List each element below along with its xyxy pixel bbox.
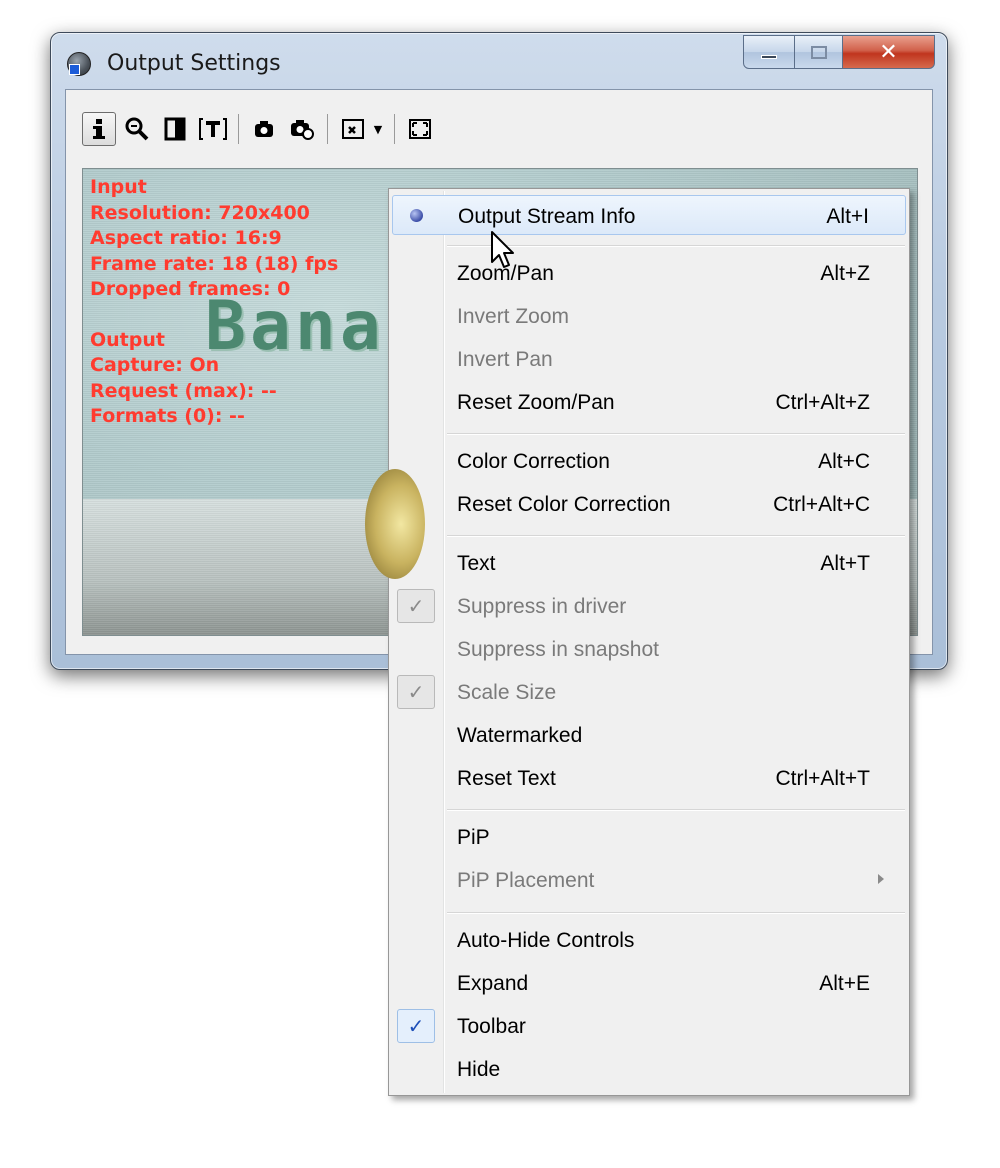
toolbar-separator [327, 114, 328, 144]
camera-icon [255, 121, 273, 137]
overlay-capture: Capture: On [90, 354, 220, 376]
menu-item-shortcut: Alt+I [826, 205, 869, 228]
menu-item-reset-zoom-pan[interactable]: Reset Zoom/Pan Ctrl+Alt+Z [392, 382, 906, 422]
menu-item-shortcut: Alt+T [820, 552, 870, 575]
menu-item-invert-zoom[interactable]: Invert Zoom [392, 296, 906, 336]
menu-item-label: Reset Text [457, 767, 556, 790]
menu-item-label: Expand [457, 972, 529, 995]
minimize-button[interactable] [743, 35, 795, 69]
menu-item-text[interactable]: Text Alt+T [392, 543, 906, 583]
menu-item-expand[interactable]: Expand Alt+E [392, 963, 906, 1003]
expand-icon [409, 119, 431, 139]
pip-button[interactable] [336, 112, 370, 146]
menu-item-label: Invert Pan [457, 348, 553, 371]
menu-item-label: PiP Placement [457, 869, 595, 892]
minimize-icon [761, 55, 777, 59]
menu-item-label: Auto-Hide Controls [457, 929, 635, 952]
checkmark-icon: ✓ [397, 589, 435, 623]
menu-item-shortcut: Ctrl+Alt+Z [775, 391, 870, 414]
menu-item-label: Suppress in snapshot [457, 638, 659, 661]
menu-item-label: Text [457, 552, 496, 575]
menu-item-suppress-in-snapshot[interactable]: Suppress in snapshot [392, 629, 906, 669]
menu-item-label: Invert Zoom [457, 305, 570, 328]
app-icon[interactable] [67, 52, 91, 76]
menu-item-shortcut: Ctrl+Alt+C [773, 493, 870, 516]
menu-item-color-correction[interactable]: Color Correction Alt+C [392, 441, 906, 481]
maximize-button[interactable] [795, 35, 843, 69]
color-correction-button[interactable] [158, 112, 192, 146]
menu-item-reset-color-correction[interactable]: Reset Color Correction Ctrl+Alt+C [392, 484, 906, 524]
menu-item-invert-pan[interactable]: Invert Pan [392, 339, 906, 379]
close-button[interactable]: ✕ [843, 35, 935, 69]
menu-item-pip[interactable]: PiP [392, 817, 906, 857]
menu-separator [447, 433, 905, 434]
close-icon: ✕ [879, 39, 898, 65]
info-button[interactable] [82, 112, 116, 146]
radio-bullet-icon [410, 209, 423, 222]
color-correction-icon [164, 117, 186, 141]
menu-item-label: Watermarked [457, 724, 583, 747]
menu-item-zoom-pan[interactable]: Zoom/Pan Alt+Z [392, 253, 906, 293]
overlay-dropped-frames: Dropped frames: 0 [90, 278, 291, 300]
overlay-output-header: Output [90, 328, 165, 351]
checkmark-icon: ✓ [397, 1009, 435, 1043]
overlay-frame-rate: Frame rate: 18 (18) fps [90, 252, 339, 275]
menu-item-pip-placement[interactable]: PiP Placement [392, 860, 906, 900]
context-menu: Output Stream Info Alt+I Zoom/Pan Alt+Z … [388, 188, 910, 1096]
mouse-cursor-icon [491, 231, 514, 268]
menu-item-label: PiP [457, 826, 490, 849]
menu-separator [447, 809, 905, 810]
menu-item-label: Toolbar [457, 1015, 526, 1038]
pip-dropdown[interactable]: ▼ [370, 112, 386, 146]
menu-separator [447, 912, 905, 913]
menu-item-shortcut: Alt+E [819, 972, 870, 995]
title-bar[interactable]: Output Settings ✕ [51, 33, 947, 89]
snapshot-settings-button[interactable] [285, 112, 319, 146]
banana-image [365, 469, 425, 579]
checkmark-icon: ✓ [397, 675, 435, 709]
menu-item-reset-text[interactable]: Reset Text Ctrl+Alt+T [392, 758, 906, 798]
zoom-pan-button[interactable] [120, 112, 154, 146]
menu-item-label: Reset Color Correction [457, 493, 671, 516]
menu-item-label: Scale Size [457, 681, 557, 704]
menu-item-shortcut: Ctrl+Alt+T [775, 767, 870, 790]
dropdown-arrow-icon: ▼ [373, 122, 383, 136]
toolbar: ▼ [82, 110, 441, 148]
menu-separator [447, 535, 905, 536]
snapshot-button[interactable] [247, 112, 281, 146]
menu-item-hide[interactable]: Hide [392, 1049, 906, 1089]
window-title: Output Settings [107, 51, 281, 76]
toolbar-separator [238, 114, 239, 144]
menu-item-toolbar[interactable]: ✓ Toolbar [392, 1006, 906, 1046]
maximize-icon [810, 45, 827, 59]
menu-item-label: Output Stream Info [458, 205, 636, 228]
menu-item-output-stream-info[interactable]: Output Stream Info Alt+I [392, 195, 906, 235]
overlay-formats: Formats (0): -- [90, 405, 245, 427]
overlay-input-header: Input [90, 176, 147, 198]
menu-item-label: Reset Zoom/Pan [457, 391, 615, 414]
menu-item-scale-size[interactable]: ✓ Scale Size [392, 672, 906, 712]
zoom-icon [125, 117, 149, 141]
menu-item-shortcut: Alt+Z [820, 262, 870, 285]
overlay-request: Request (max): -- [90, 379, 277, 402]
stream-info-overlay: Input Resolution: 720x400 Aspect ratio: … [90, 175, 338, 430]
caption-buttons: ✕ [743, 35, 935, 71]
menu-item-label: Hide [457, 1058, 501, 1081]
menu-item-label: Suppress in driver [457, 595, 627, 618]
expand-button[interactable] [403, 112, 437, 146]
camera-settings-icon [291, 120, 314, 140]
submenu-arrow-icon [878, 874, 884, 884]
menu-item-shortcut: Alt+C [818, 450, 870, 473]
text-icon [199, 118, 227, 140]
menu-item-auto-hide-controls[interactable]: Auto-Hide Controls [392, 920, 906, 960]
text-button[interactable] [196, 112, 230, 146]
menu-item-suppress-in-driver[interactable]: ✓ Suppress in driver [392, 586, 906, 626]
menu-item-label: Color Correction [457, 450, 610, 473]
toolbar-separator [394, 114, 395, 144]
overlay-resolution: Resolution: 720x400 [90, 201, 310, 224]
pip-icon [342, 119, 364, 139]
info-icon [93, 119, 105, 139]
menu-item-watermarked[interactable]: Watermarked [392, 715, 906, 755]
overlay-aspect-ratio: Aspect ratio: 16:9 [90, 227, 282, 249]
